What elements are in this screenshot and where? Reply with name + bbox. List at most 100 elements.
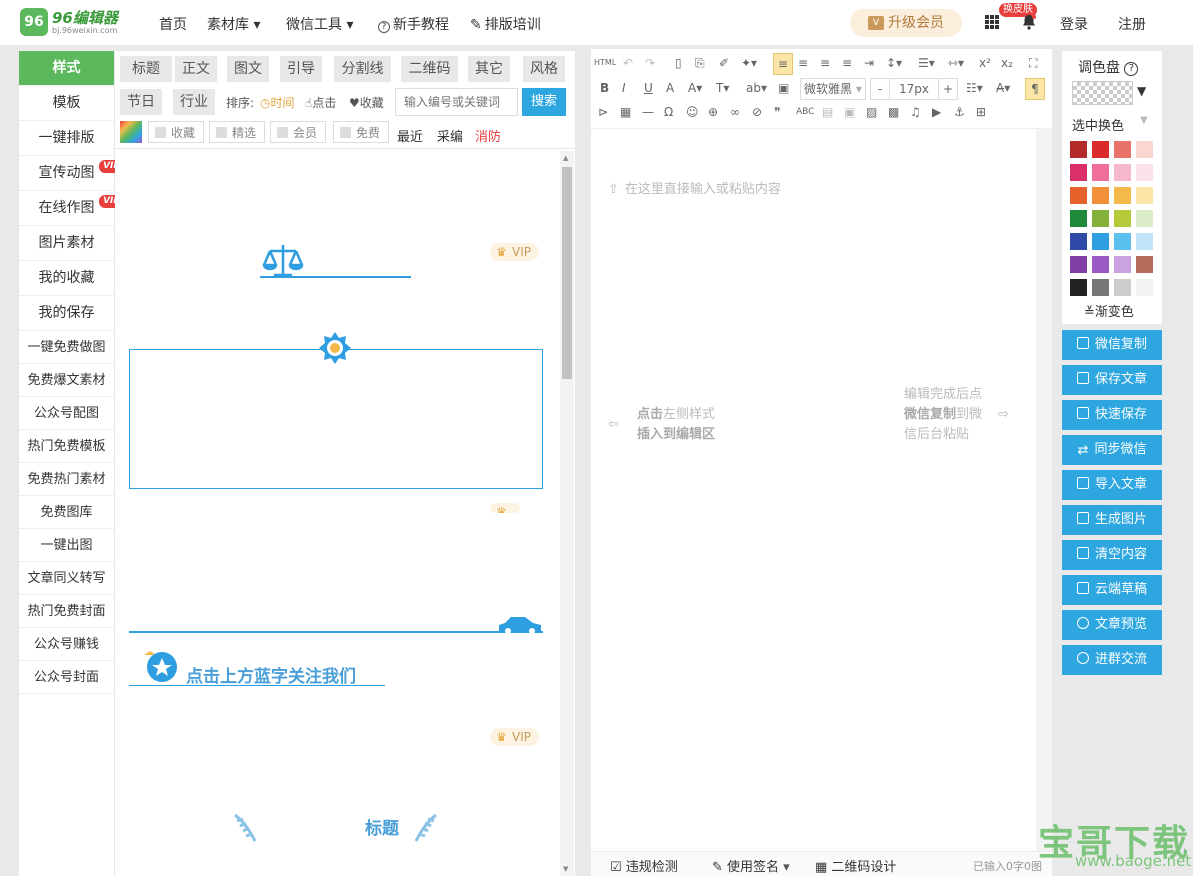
- spellcheck-icon[interactable]: ABC: [796, 102, 814, 122]
- font-color-icon[interactable]: A▾: [688, 78, 702, 98]
- selected-recolor-label[interactable]: 选中换色: [1072, 115, 1124, 134]
- sidebar-item-one-click-image[interactable]: 一键出图: [19, 529, 114, 562]
- sidebar-item-rewrite[interactable]: 文章同义转写: [19, 562, 114, 595]
- editor-scrollbar[interactable]: [1036, 129, 1052, 851]
- font-size-decrease[interactable]: -: [870, 78, 890, 100]
- paragraph-mark-icon[interactable]: ¶: [1025, 78, 1045, 100]
- sidebar-item-my-favorites[interactable]: 我的收藏: [19, 261, 114, 296]
- sidebar-item-hot-templates[interactable]: 热门免费模板: [19, 430, 114, 463]
- filter-free[interactable]: 免费: [333, 121, 390, 143]
- brand-name[interactable]: 96编辑器: [52, 7, 118, 28]
- scroll-down-icon[interactable]: ▼: [563, 865, 568, 873]
- align-left-icon[interactable]: ≡: [773, 53, 793, 75]
- color-swatch[interactable]: [1114, 187, 1131, 204]
- follow-us-text[interactable]: 点击上方蓝字关注我们: [186, 662, 356, 687]
- color-swatch[interactable]: [1092, 279, 1109, 296]
- color-swatch[interactable]: [1092, 256, 1109, 273]
- sidebar-item-templates[interactable]: 模板: [19, 86, 114, 121]
- color-swatch[interactable]: [1070, 141, 1087, 158]
- horizontal-line-icon[interactable]: —: [642, 102, 654, 122]
- video-icon[interactable]: ▶: [932, 102, 941, 122]
- justify-icon[interactable]: ≡: [842, 53, 852, 73]
- import-article-button[interactable]: 导入文章: [1062, 470, 1162, 500]
- color-swatch[interactable]: [1070, 233, 1087, 250]
- emoji-icon[interactable]: ☺: [686, 102, 699, 122]
- preview-article-button[interactable]: 文章预览: [1062, 610, 1162, 640]
- image-icon[interactable]: ▣: [778, 78, 789, 98]
- tab-divider[interactable]: 分割线: [334, 56, 391, 82]
- current-color-swatch[interactable]: [1072, 81, 1133, 105]
- use-signature-button[interactable]: ✎ 使用签名 ▾: [712, 856, 790, 875]
- sidebar-item-free-viral[interactable]: 免费爆文素材: [19, 364, 114, 397]
- sidebar-item-earn-money[interactable]: 公众号赚钱: [19, 628, 114, 661]
- text-style-icon[interactable]: T▾: [716, 78, 729, 98]
- background-color-icon[interactable]: ab▾: [746, 78, 767, 98]
- color-swatch[interactable]: [1092, 141, 1109, 158]
- color-swatch[interactable]: [1136, 210, 1153, 227]
- sidebar-item-hot-covers[interactable]: 热门免费封面: [19, 595, 114, 628]
- login-link[interactable]: 登录: [1060, 14, 1088, 34]
- unlink-icon[interactable]: ⊘: [752, 102, 762, 122]
- toggle-icon[interactable]: ▼: [1140, 115, 1148, 126]
- bold-icon[interactable]: B: [600, 78, 609, 98]
- link-firefighting[interactable]: 消防: [475, 126, 501, 145]
- sidebar-item-hot-material[interactable]: 免费热门素材: [19, 463, 114, 496]
- tab-style[interactable]: 风格: [523, 56, 565, 82]
- link-icon[interactable]: ∞: [730, 102, 740, 122]
- tab-title[interactable]: 标题: [120, 56, 172, 82]
- music-icon[interactable]: ♫: [910, 102, 921, 122]
- color-swatch[interactable]: [1136, 233, 1153, 250]
- tab-guide[interactable]: 引导: [280, 56, 322, 82]
- sidebar-item-styles[interactable]: 样式: [19, 51, 114, 86]
- subscript-icon[interactable]: x₂: [1001, 53, 1013, 73]
- nav-training[interactable]: ✎ 排版培训: [470, 14, 541, 34]
- line-height-icon[interactable]: ↕▾: [886, 53, 902, 73]
- signpost-icon[interactable]: ⊞: [976, 102, 986, 122]
- color-filter-icon[interactable]: [120, 121, 142, 143]
- style-sample-box[interactable]: [129, 349, 543, 489]
- underline-icon[interactable]: U: [644, 78, 653, 98]
- gradient-toggle[interactable]: ≚渐变色: [1084, 301, 1134, 320]
- upgrade-member-button[interactable]: V 升级会员: [850, 9, 962, 37]
- list-icon[interactable]: ☷▾: [966, 78, 983, 98]
- special-char-icon[interactable]: Ω: [664, 102, 673, 122]
- new-document-icon[interactable]: ▯: [675, 53, 682, 73]
- sort-by-clicks[interactable]: ☝点击: [305, 94, 336, 111]
- color-swatch[interactable]: [1092, 164, 1109, 181]
- search-button[interactable]: 搜索: [522, 88, 566, 116]
- color-swatch[interactable]: [1070, 164, 1087, 181]
- editor-content-area[interactable]: [591, 129, 1036, 851]
- color-swatch[interactable]: [1136, 164, 1153, 181]
- insert-image-disabled-icon[interactable]: ▣: [844, 102, 855, 122]
- register-link[interactable]: 注册: [1118, 14, 1146, 34]
- find-replace-icon[interactable]: ⊕: [708, 102, 718, 122]
- superscript-icon[interactable]: x²: [979, 53, 991, 73]
- logo-icon[interactable]: 96: [20, 8, 48, 36]
- color-swatch[interactable]: [1136, 279, 1153, 296]
- template-icon[interactable]: ▤: [822, 102, 833, 122]
- align-center-icon[interactable]: ≡: [798, 53, 808, 73]
- font-size-value[interactable]: 17px: [889, 78, 939, 100]
- paste-icon[interactable]: ⎘: [695, 53, 705, 73]
- link-recent[interactable]: 最近: [397, 126, 423, 145]
- color-swatch[interactable]: [1114, 256, 1131, 273]
- sidebar-item-promo-gif[interactable]: 宣传动图 VIP: [19, 156, 124, 191]
- clear-format-icon[interactable]: A̶▾: [996, 78, 1010, 98]
- sidebar-item-free-design[interactable]: 一键免费做图: [19, 331, 114, 364]
- color-swatch[interactable]: [1070, 187, 1087, 204]
- direction-icon[interactable]: ⊳: [598, 102, 608, 122]
- sidebar-item-account-images[interactable]: 公众号配图: [19, 397, 114, 430]
- sidebar-item-free-gallery[interactable]: 免费图库: [19, 496, 114, 529]
- scale-icon[interactable]: [260, 241, 415, 281]
- nav-home[interactable]: 首页: [159, 14, 187, 34]
- bell-icon[interactable]: [1022, 14, 1036, 30]
- wechat-copy-button[interactable]: 微信复制: [1062, 330, 1162, 360]
- tab-image-text[interactable]: 图文: [227, 56, 269, 82]
- compliance-check-button[interactable]: ☑ 违规检测: [610, 856, 678, 875]
- indent-icon[interactable]: ⇥: [864, 53, 874, 73]
- redo-icon[interactable]: ↷: [645, 53, 655, 73]
- qrcode-design-button[interactable]: ▦ 二维码设计: [815, 856, 896, 875]
- sidebar-item-one-click-layout[interactable]: 一键排版: [19, 121, 114, 156]
- quick-save-button[interactable]: 快速保存: [1062, 400, 1162, 430]
- save-article-button[interactable]: 保存文章: [1062, 365, 1162, 395]
